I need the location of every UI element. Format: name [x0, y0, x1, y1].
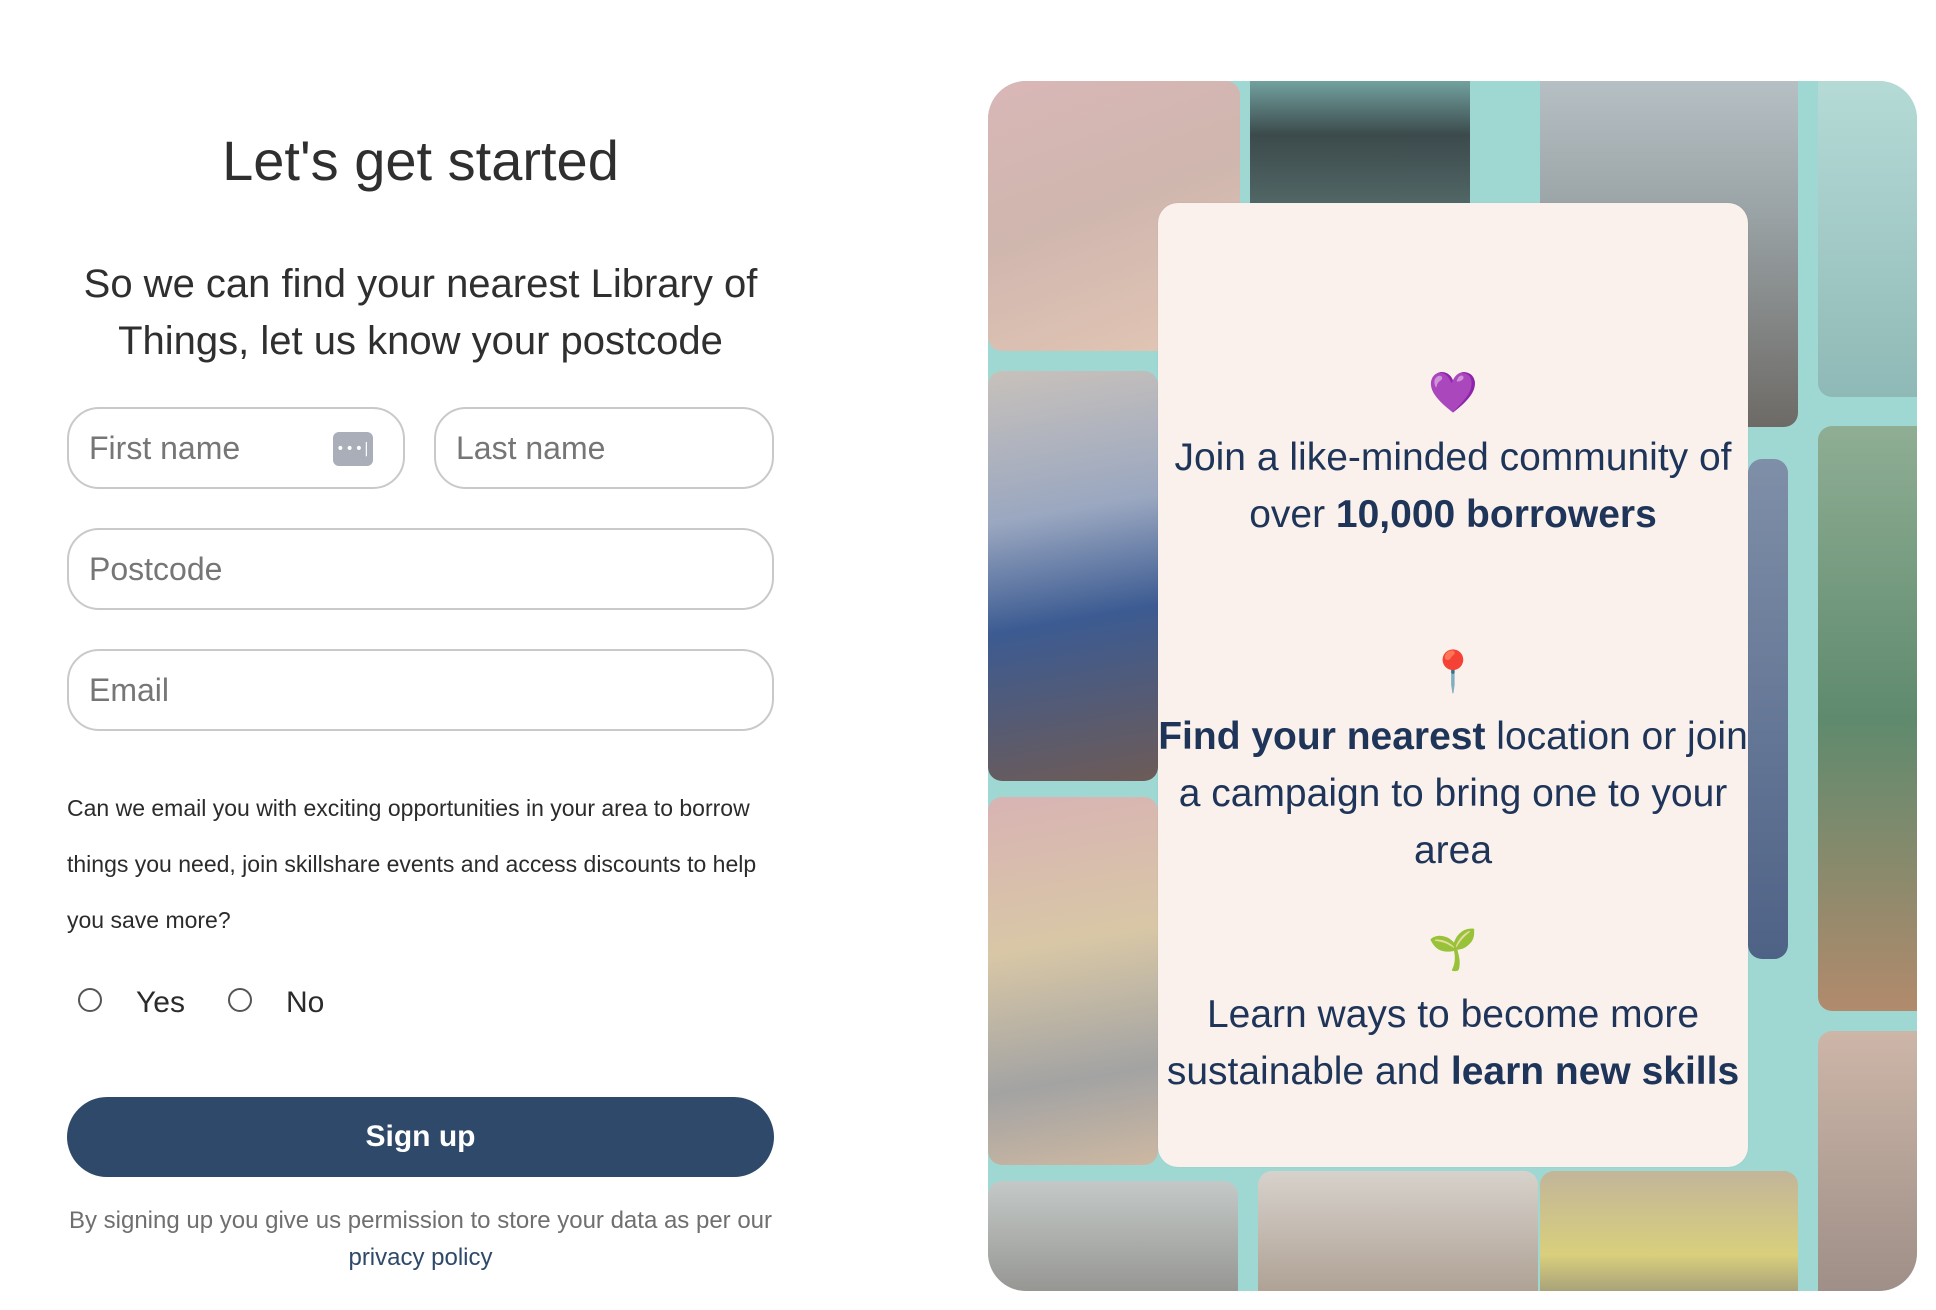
promo-panel: 💜 Join a like-minded community of over 1… — [988, 81, 1917, 1291]
sign-up-button[interactable]: Sign up — [67, 1097, 774, 1177]
marketing-question: Can we email you with exciting opportuni… — [67, 795, 757, 933]
collage-photo-drill — [1818, 81, 1917, 397]
password-autofill-icon[interactable]: •••| — [333, 432, 373, 466]
collage-photo-camera-woman — [1258, 1171, 1538, 1291]
page-subtitle: So we can find your nearest Library of T… — [83, 262, 758, 363]
page-title: Let's get started — [222, 129, 619, 192]
collage-photo-pressure-washer — [1540, 1171, 1798, 1291]
consent-text: By signing up you give us permission to … — [68, 1207, 773, 1234]
signup-form: Let's get started So we can find your ne… — [67, 0, 774, 1310]
benefit-sustainability-highlight: learn new skills — [1450, 1050, 1740, 1093]
seedling-icon: 🌱 — [1428, 928, 1478, 972]
benefit-community: 💜 Join a like-minded community of over 1… — [1158, 371, 1748, 543]
benefit-location: 📍 Find your nearest location or join a c… — [1158, 650, 1748, 879]
collage-photo-pasta-maker — [988, 797, 1158, 1165]
consent-notice: By signing up you give us permission to … — [67, 1202, 774, 1276]
benefit-location-highlight: Find your nearest — [1158, 715, 1486, 758]
last-name-input[interactable] — [434, 407, 774, 489]
collage-photo-reader — [1818, 1031, 1917, 1291]
pushpin-icon: 📍 — [1428, 650, 1478, 694]
no-label[interactable]: No — [286, 986, 324, 1020]
collage-photo-projector-woman — [988, 371, 1158, 781]
collage-photo-clock-room — [988, 1181, 1238, 1291]
postcode-input[interactable] — [67, 528, 774, 610]
benefits-card: 💜 Join a like-minded community of over 1… — [1158, 203, 1748, 1167]
collage-photo-hedge-trimmer — [1818, 426, 1917, 1011]
yes-radio[interactable] — [78, 988, 102, 1012]
email-input[interactable] — [67, 649, 774, 731]
yes-label[interactable]: Yes — [136, 986, 185, 1020]
no-radio[interactable] — [228, 988, 252, 1012]
benefit-sustainability: 🌱 Learn ways to become more sustainable … — [1158, 928, 1748, 1100]
privacy-policy-link[interactable]: privacy policy — [348, 1244, 492, 1271]
benefit-community-highlight: 10,000 borrowers — [1335, 493, 1657, 536]
purple-heart-icon: 💜 — [1428, 371, 1478, 415]
collage-photo-luggage — [1748, 459, 1788, 959]
